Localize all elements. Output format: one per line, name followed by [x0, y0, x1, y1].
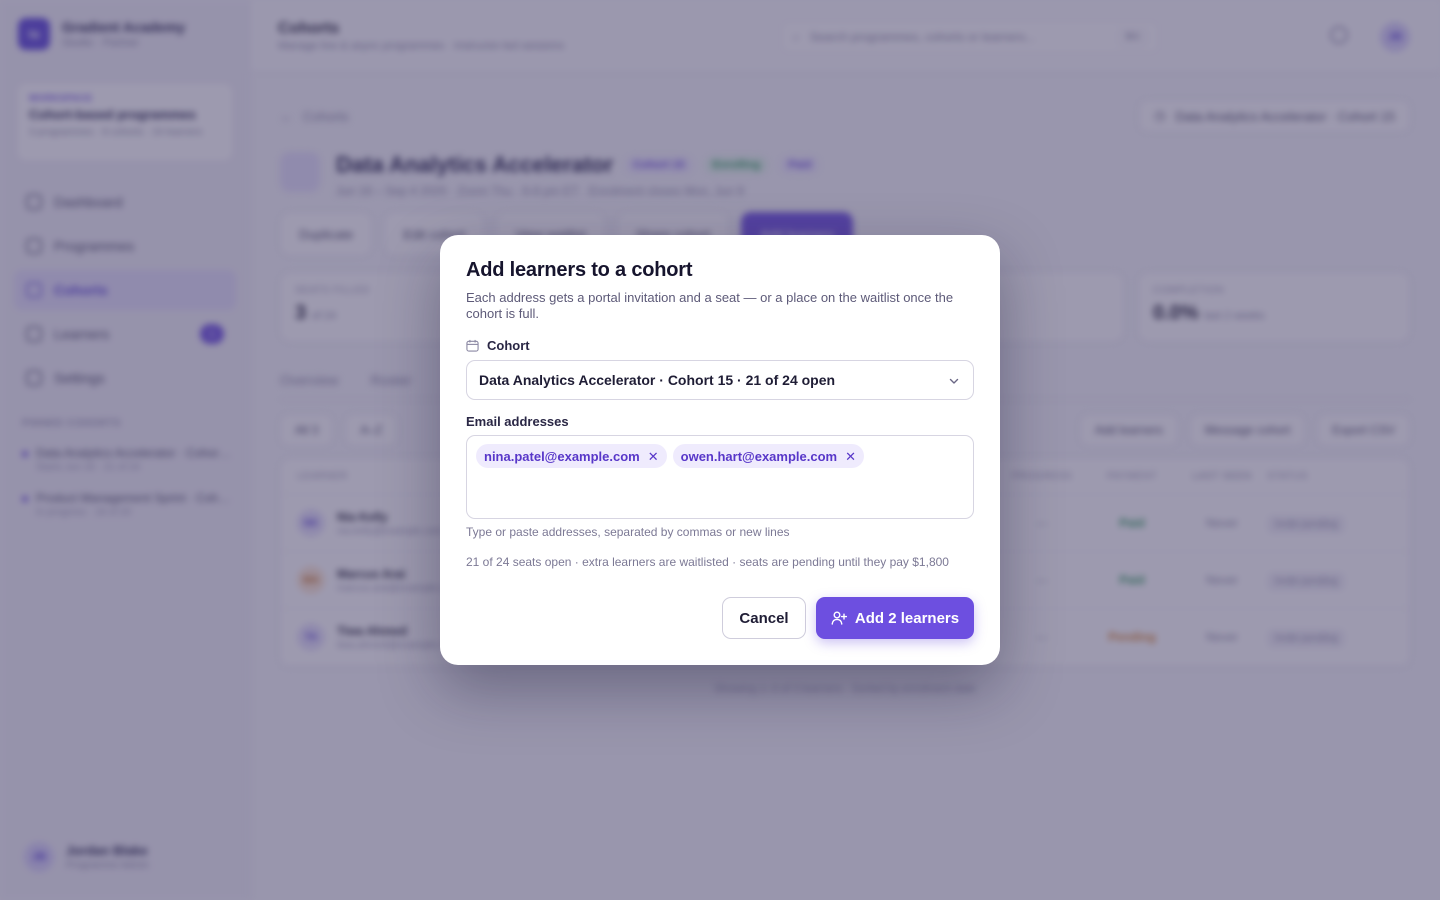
calendar-icon	[466, 339, 479, 352]
cohort-label-text: Cohort	[487, 338, 530, 353]
email-chip: nina.patel@example.com ✕	[476, 444, 667, 468]
dialog-title: Add learners to a cohort	[466, 259, 693, 281]
add-learners-label: Add 2 learners	[854, 609, 960, 627]
email-hint: Type or paste addresses, separated by co…	[466, 525, 790, 539]
cohort-select[interactable]: Data Analytics Accelerator · Cohort 15 ·…	[466, 360, 974, 400]
add-learners-dialog: Add learners to a cohort Each address ge…	[440, 235, 1000, 665]
add-user-icon	[831, 611, 847, 625]
seat-note: 21 of 24 seats open · extra learners are…	[466, 555, 949, 569]
add-learners-submit-button[interactable]: Add 2 learners	[816, 597, 974, 639]
dialog-description: Each address gets a portal invitation an…	[466, 290, 954, 321]
dialog-actions: Cancel Add 2 learners	[722, 597, 974, 639]
email-chip-label: owen.hart@example.com	[680, 448, 838, 464]
remove-chip-icon[interactable]: ✕	[648, 450, 659, 463]
email-chip-label: nina.patel@example.com	[484, 448, 640, 464]
email-input[interactable]: nina.patel@example.com ✕ owen.hart@examp…	[466, 435, 974, 519]
remove-chip-icon[interactable]: ✕	[845, 450, 856, 463]
chevron-down-icon	[949, 378, 959, 384]
email-chip: owen.hart@example.com ✕	[672, 444, 864, 468]
cohort-label: Cohort	[466, 338, 974, 353]
email-label: Email addresses	[466, 414, 569, 429]
cohort-select-value: Data Analytics Accelerator · Cohort 15 ·…	[479, 372, 836, 388]
cancel-button[interactable]: Cancel	[722, 597, 806, 639]
